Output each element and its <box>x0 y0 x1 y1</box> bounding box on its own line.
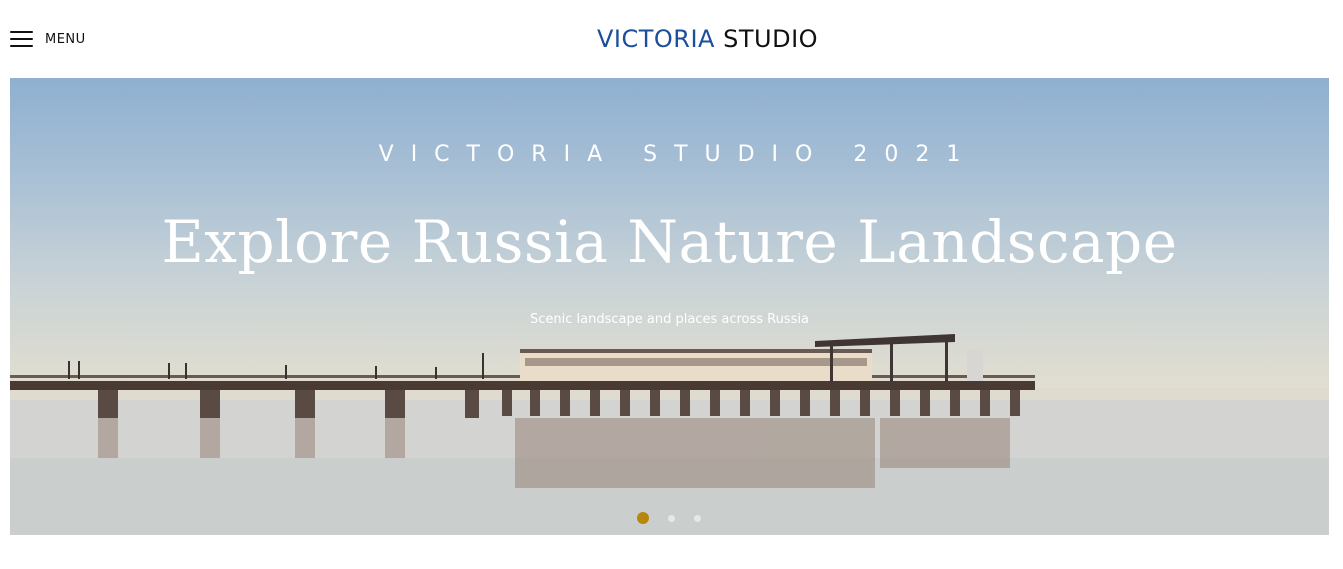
site-logo[interactable]: VICTORIA STUDIO <box>597 24 818 54</box>
site-header: MENU VICTORIA STUDIO <box>0 0 1343 78</box>
slider-dot-2[interactable] <box>668 514 675 522</box>
hero-subtitle: Scenic landscape and places across Russi… <box>530 312 809 327</box>
hero-slider: VICTORIA STUDIO 2021 Explore Russia Natu… <box>10 78 1329 535</box>
hero-title: Explore Russia Nature Landscape <box>161 208 1178 276</box>
slider-dot-3[interactable] <box>694 514 701 522</box>
slider-pagination <box>637 512 720 524</box>
hamburger-icon[interactable] <box>10 30 33 48</box>
hero-eyebrow: VICTORIA STUDIO 2021 <box>378 142 978 167</box>
logo-text-studio[interactable]: STUDIO <box>723 25 818 53</box>
menu-label[interactable]: MENU <box>45 32 86 47</box>
slider-dot-1[interactable] <box>637 512 649 524</box>
menu-button[interactable]: MENU <box>10 28 86 50</box>
logo-text-victoria[interactable]: VICTORIA <box>597 25 715 53</box>
